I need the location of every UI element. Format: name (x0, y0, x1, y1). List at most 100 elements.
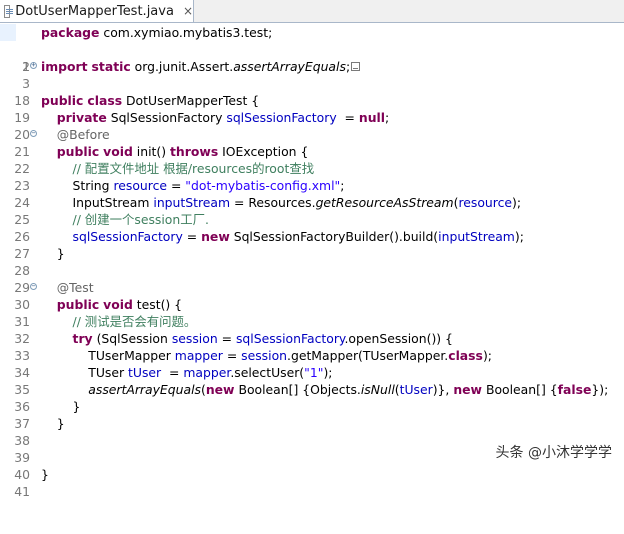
static-method: assertArrayEquals (233, 59, 346, 74)
line-code: public void init() throws IOException { (41, 143, 309, 160)
line-code: TUser tUser = mapper.selectUser("1"); (41, 364, 332, 381)
code-line: 25 InputStream inputStream = Resources.g… (0, 194, 624, 227)
line-code: import static org.junit.Assert.assertArr… (41, 58, 361, 75)
code-editor[interactable]: 1 package com.xymiao.mybatis3.test; 2 3 … (0, 23, 624, 499)
code-line: 30 − @Test (0, 279, 624, 312)
code-text: DotUserMapperTest { (122, 93, 260, 108)
local-variable: inputStream (153, 195, 231, 210)
code-text: = (167, 178, 186, 193)
code-text: SqlSessionFactoryBuilder().build( (229, 229, 439, 244)
comment: // 配置文件地址 根据/resources的root查找 (72, 161, 315, 176)
local-variable: tUser (128, 365, 162, 380)
code-line: 37 } (0, 398, 624, 431)
line-code: public void test() { (41, 296, 182, 313)
code-line: 26 // 创建一个session工厂. (0, 211, 624, 244)
field: sqlSessionFactory (235, 331, 345, 346)
code-text: .openSession()) { (344, 331, 453, 346)
line-code: private SqlSessionFactory sqlSessionFact… (41, 109, 389, 126)
keyword: private (56, 110, 107, 125)
static-method: getResourceAsStream (315, 195, 454, 210)
code-text: = (161, 365, 184, 380)
code-text: InputStream (72, 195, 154, 210)
line-code: public class DotUserMapperTest { (41, 92, 259, 109)
annotation: @Before (56, 127, 110, 142)
local-variable: tUser (399, 382, 433, 397)
code-text: TUserMapper (88, 348, 175, 363)
code-text: = (182, 229, 202, 244)
code-line: 35 TUser tUser = mapper.selectUser("1"); (0, 364, 624, 397)
code-line: 20 private SqlSessionFactory sqlSessionF… (0, 109, 624, 142)
code-line: 19 public class DotUserMapperTest { (0, 92, 624, 125)
collapse-fold-icon[interactable]: − (30, 283, 37, 290)
code-line: 27 sqlSessionFactory = new SqlSessionFac… (0, 228, 624, 261)
static-method: isNull (360, 382, 395, 397)
line-code: // 测试是否会有问题。 (41, 313, 197, 330)
line-code: } (41, 466, 49, 483)
code-text: init() (132, 144, 170, 159)
line-code: @Test (41, 279, 94, 296)
code-text: ); (482, 348, 492, 363)
watermark: 头条 @小沐学学学 (496, 442, 612, 462)
line-code: } (41, 415, 65, 432)
keyword: void (103, 297, 133, 312)
code-text: } (72, 399, 81, 414)
keyword: null (358, 110, 386, 125)
expand-fold-icon[interactable]: + (30, 62, 37, 69)
keyword: new (201, 229, 230, 244)
code-text: ); (514, 229, 524, 244)
current-line-marker (0, 24, 16, 41)
code-line: 41 } (0, 466, 624, 499)
code-line: 3 + import static org.junit.Assert.asser… (0, 58, 624, 91)
line-code: try (SqlSession session = sqlSessionFact… (41, 330, 453, 347)
keyword: static (91, 59, 131, 74)
line-code: @Before (41, 126, 110, 143)
code-line: 31 public void test() { (0, 296, 624, 329)
code-text: ; (340, 178, 345, 193)
line-code: TUserMapper mapper = session.getMapper(T… (41, 347, 492, 364)
tab-title: DotUserMapperTest.java (15, 3, 174, 19)
code-text: ); (323, 365, 333, 380)
keyword: new (205, 382, 235, 397)
code-text: = (222, 348, 242, 363)
keyword: public (56, 297, 100, 312)
field: sqlSessionFactory (226, 110, 337, 125)
keyword: void (103, 144, 133, 159)
code-line: 34 TUserMapper mapper = session.getMappe… (0, 347, 624, 380)
line-code: } (41, 398, 81, 415)
code-text: }); (591, 382, 609, 397)
code-line: 23 // 配置文件地址 根据/resources的root查找 (0, 160, 624, 193)
keyword: import (41, 59, 88, 74)
collapse-fold-icon[interactable]: − (30, 130, 37, 137)
code-text: IOException { (218, 144, 309, 159)
line-code: String resource = "dot-mybatis-config.xm… (41, 177, 345, 194)
code-text: ; (385, 110, 390, 125)
keyword: new (453, 382, 482, 397)
keyword: public (41, 93, 84, 108)
code-text: (SqlSession (92, 331, 172, 346)
code-text: String (72, 178, 114, 193)
code-text: } (56, 246, 65, 261)
code-line: 33 try (SqlSession session = sqlSessionF… (0, 330, 624, 363)
line-code: sqlSessionFactory = new SqlSessionFactor… (41, 228, 524, 245)
code-text: )}, (432, 382, 454, 397)
static-method: assertArrayEquals (88, 382, 201, 397)
code-text: org.junit.Assert. (130, 59, 234, 74)
code-text: ; (345, 59, 351, 74)
editor-tab[interactable]: DotUserMapperTest.java × (0, 0, 194, 22)
local-variable: mapper (174, 348, 223, 363)
code-line: 18 (0, 75, 624, 108)
annotation: @Test (56, 280, 94, 295)
code-text: Boolean[] { (482, 382, 558, 397)
code-line: 38 } (0, 415, 624, 448)
code-text: test() { (132, 297, 183, 312)
code-line: 24 String resource = "dot-mybatis-config… (0, 177, 624, 210)
code-line: 28 } (0, 245, 624, 278)
editor-tab-bar: DotUserMapperTest.java × (0, 0, 624, 23)
code-text: .getMapper(TUserMapper. (287, 348, 449, 363)
local-variable: session (171, 331, 218, 346)
collapsed-region-icon[interactable] (351, 62, 361, 71)
close-icon[interactable]: × (183, 5, 193, 17)
code-text: com.xymiao.mybatis3.test; (99, 25, 273, 40)
line-code: // 配置文件地址 根据/resources的root查找 (41, 160, 315, 177)
code-line: 32 // 测试是否会有问题。 (0, 313, 624, 346)
